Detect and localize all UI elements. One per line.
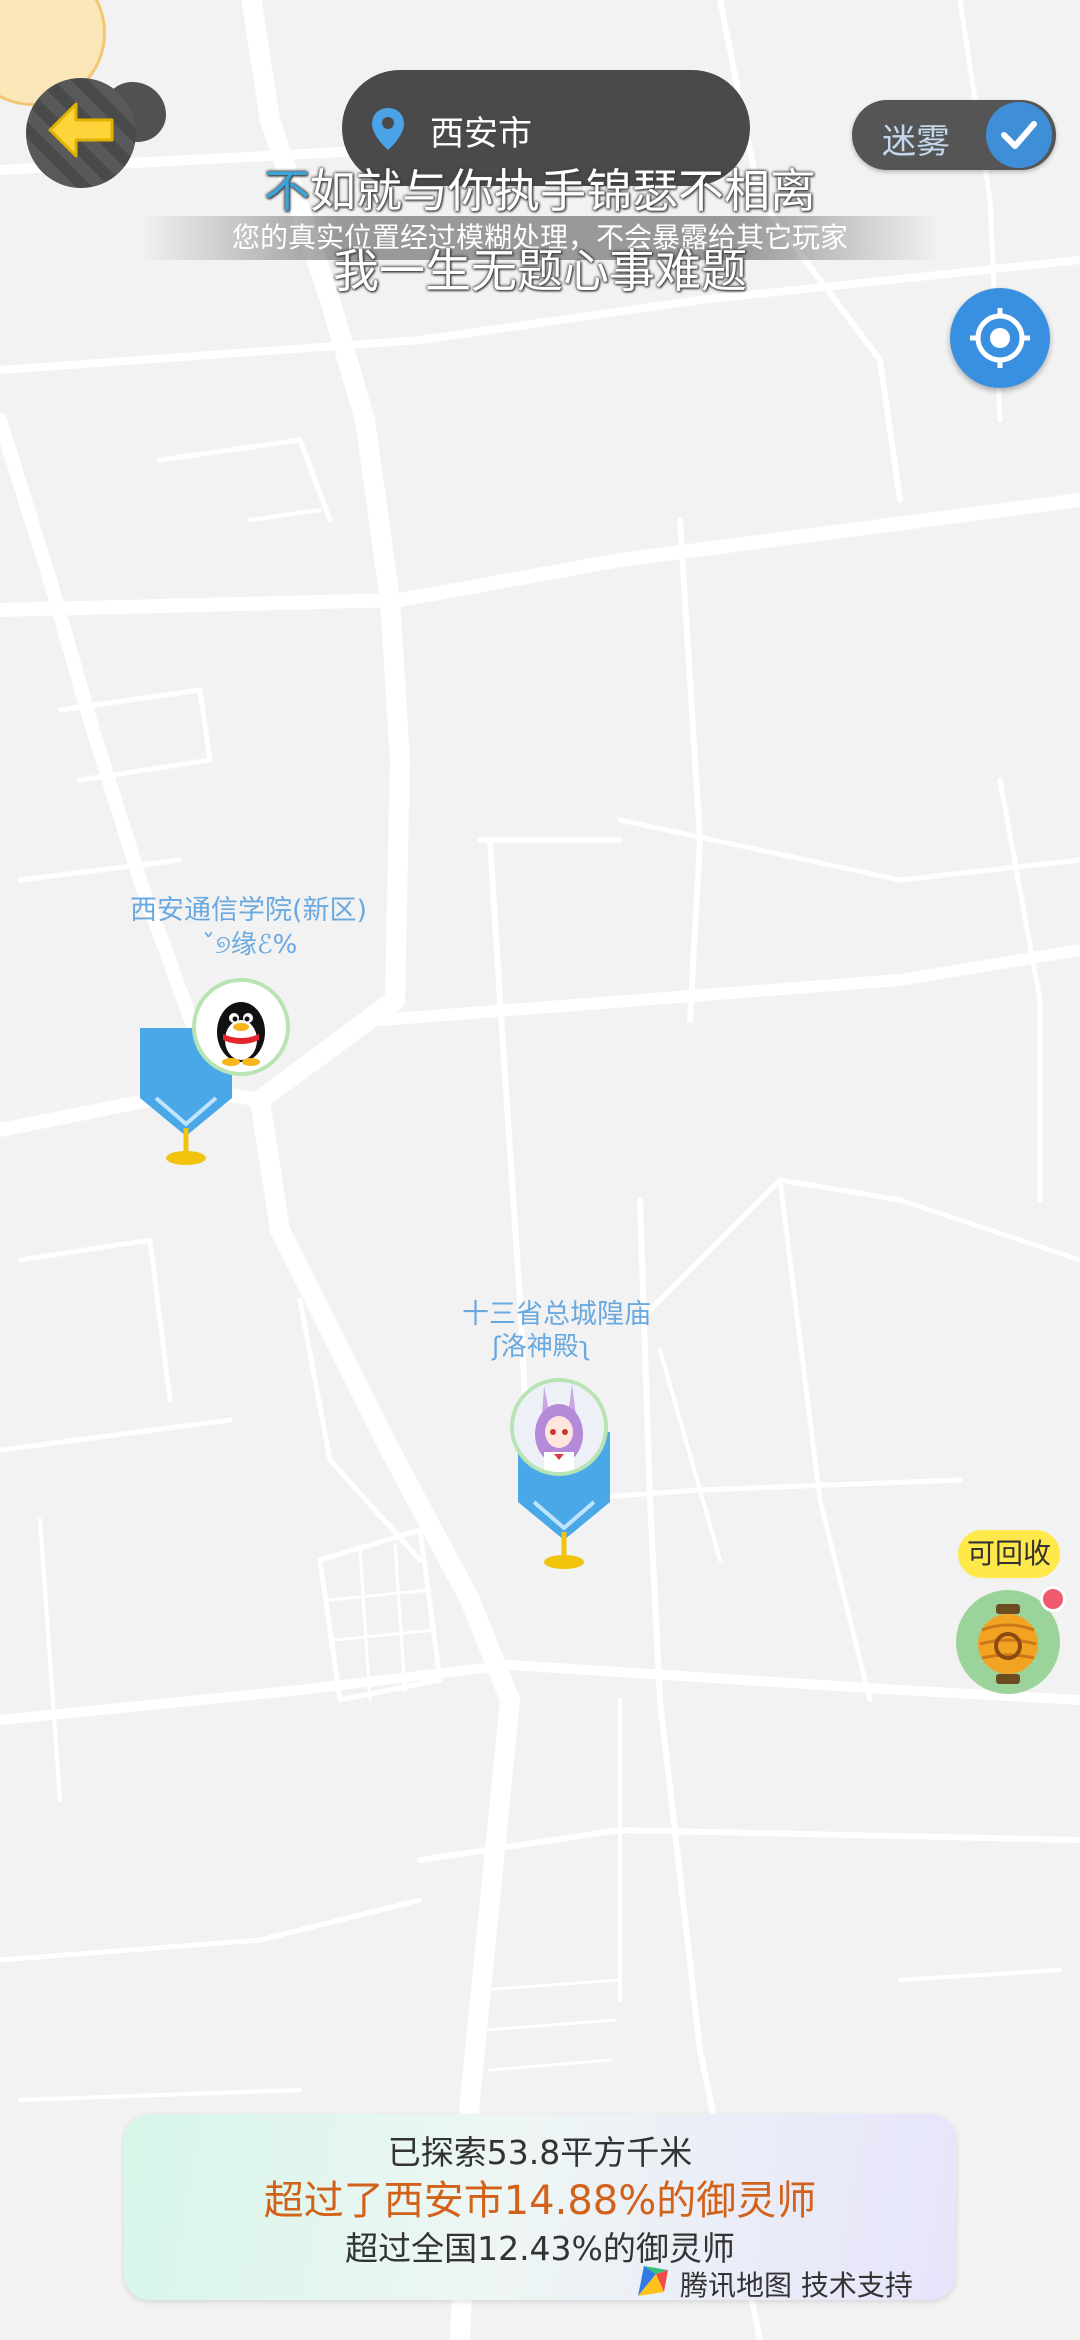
anime-bunny-girl-icon: [514, 1382, 604, 1472]
lyric-line-1: 不如就与你执手锦瑟不相离: [0, 155, 1080, 221]
exploration-stats-card: 已探索53.8平方千米 超过了西安市14.88%的御灵师 超过全国12.43%的…: [124, 2114, 956, 2302]
avatar: [510, 1378, 608, 1476]
tencent-map-logo-icon: [638, 2266, 668, 2296]
crosshair-icon: [970, 308, 1030, 368]
map-canvas[interactable]: [0, 0, 1080, 2340]
arrow-left-icon: [48, 102, 114, 158]
map-marker[interactable]: 西安通信学院(新区) ˇ୭缘ℰ%: [110, 888, 390, 1168]
qq-penguin-icon: [217, 1002, 265, 1066]
marker-subtitle: ˇ୭缘ℰ%: [202, 930, 298, 960]
locate-button[interactable]: [950, 288, 1050, 388]
lyric-line-1-rest: 如就与你执手锦瑟不相离: [310, 164, 816, 218]
lyric-line-1-highlight: 不: [264, 164, 310, 218]
marker-title: 西安通信学院(新区): [130, 895, 368, 926]
avatar: [192, 978, 290, 1076]
location-pin-icon: [372, 108, 404, 150]
recyclable-tag[interactable]: 可回收: [958, 1530, 1060, 1578]
attribution-text: 腾讯地图 技术支持: [680, 2269, 913, 2302]
explored-area: 已探索53.8平方千米: [387, 2133, 693, 2172]
map-marker[interactable]: 十三省总城隍庙 ʃ洛神殿ʅ: [440, 1292, 720, 1572]
marker-subtitle: ʃ洛神殿ʅ: [492, 1332, 591, 1362]
lyric-line-2: 我一生无题心事难题: [333, 244, 747, 298]
checkmark-icon: [1001, 121, 1037, 149]
country-ranking: 超过全国12.43%的御灵师: [345, 2229, 735, 2268]
city-name: 西安市: [430, 114, 532, 154]
notification-dot: [1040, 1586, 1066, 1612]
city-ranking: 超过了西安市14.88%的御灵师: [263, 2178, 817, 2224]
